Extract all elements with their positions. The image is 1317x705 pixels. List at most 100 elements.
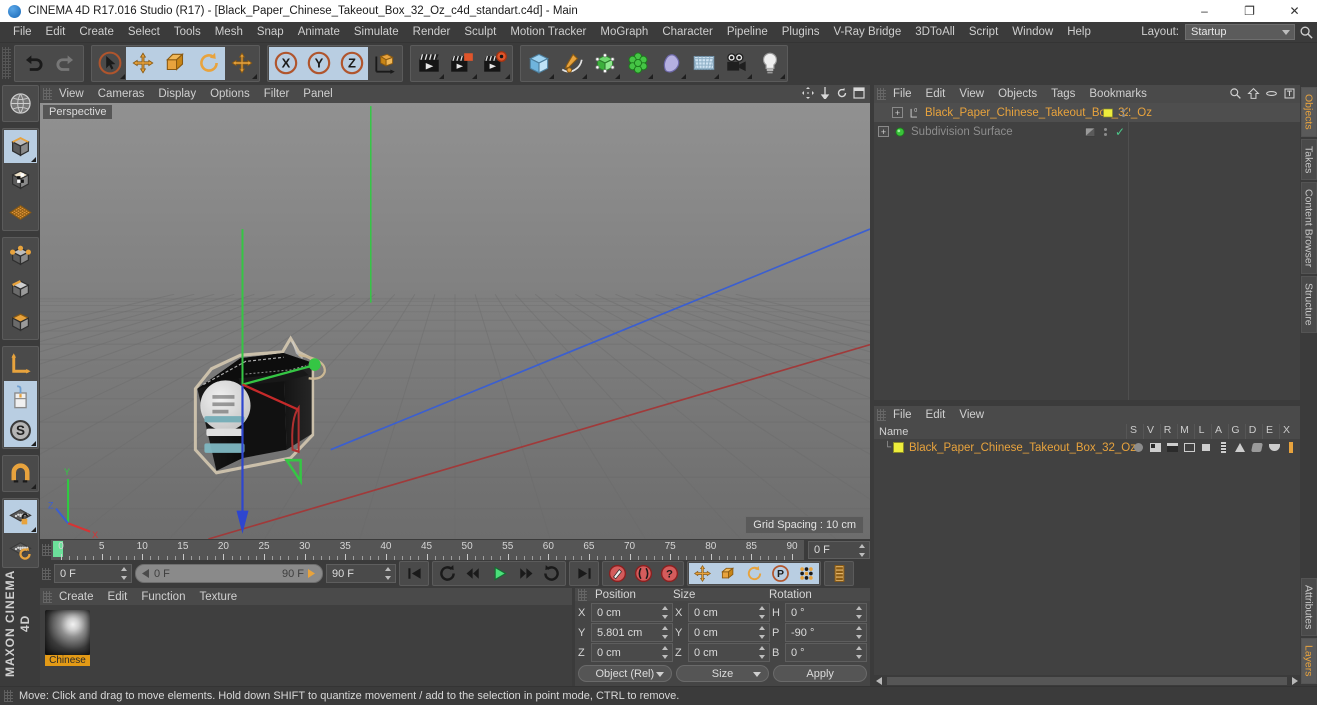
material-tag-icon[interactable] — [1102, 107, 1114, 119]
pan-view-icon[interactable] — [802, 87, 814, 99]
viewport-menu-panel[interactable]: Panel — [296, 87, 339, 101]
spinner-icon[interactable] — [662, 626, 669, 639]
viewport-menu-options[interactable]: Options — [203, 87, 257, 101]
menu-item-motion-tracker[interactable]: Motion Tracker — [503, 24, 593, 40]
spinner-icon[interactable] — [121, 567, 128, 580]
start-frame-field[interactable]: 0 F — [54, 564, 132, 583]
spinner-icon[interactable] — [662, 646, 669, 659]
menu-item-script[interactable]: Script — [962, 24, 1005, 40]
timeline-button[interactable] — [826, 563, 852, 584]
menu-item-animate[interactable]: Animate — [291, 24, 347, 40]
step-back-button[interactable] — [460, 563, 486, 584]
add-environment-button[interactable] — [687, 46, 720, 80]
table-row[interactable]: └ Black_Paper_Chinese_Takeout_Box_32_Oz — [874, 439, 1300, 456]
attribute-menu-view[interactable]: View — [952, 408, 991, 422]
spinner-icon[interactable] — [856, 606, 863, 619]
attribute-column-e[interactable]: E — [1262, 424, 1276, 439]
attr-manager-icon[interactable] — [1182, 443, 1196, 452]
vertical-tab-structure[interactable]: Structure — [1300, 276, 1317, 333]
redo-button[interactable] — [49, 46, 82, 80]
range-left-arrow-icon[interactable] — [142, 569, 150, 578]
menu-item-select[interactable]: Select — [121, 24, 167, 40]
go-to-start-button[interactable] — [401, 563, 427, 584]
visibility-dots-icon[interactable] — [1122, 108, 1125, 117]
coordinate-mode-dropdown[interactable]: Object (Rel) — [578, 665, 672, 682]
apply-button[interactable]: Apply — [773, 665, 868, 682]
add-light-button[interactable] — [753, 46, 786, 80]
pan-tool-button[interactable] — [225, 46, 258, 80]
position-key-button[interactable] — [689, 563, 715, 584]
object-menu-objects[interactable]: Objects — [991, 87, 1044, 101]
material-menu-function[interactable]: Function — [134, 590, 192, 604]
lock-workplane-button[interactable] — [3, 500, 37, 533]
size-y-field[interactable]: 0 cm — [688, 623, 770, 642]
texture-mode-button[interactable] — [3, 163, 37, 196]
minimize-button[interactable]: – — [1182, 0, 1227, 22]
go-to-end-button[interactable] — [571, 563, 597, 584]
current-frame-field[interactable]: 0 F — [808, 541, 870, 559]
menu-item-plugins[interactable]: Plugins — [775, 24, 827, 40]
visibility-dots-icon[interactable] — [1103, 127, 1107, 136]
attribute-column-d[interactable]: D — [1245, 424, 1259, 439]
coordinates-grip-icon[interactable] — [578, 588, 587, 601]
menu-item-edit[interactable]: Edit — [39, 24, 73, 40]
timeline-grip-icon[interactable] — [42, 544, 51, 556]
attribute-column-v[interactable]: V — [1143, 424, 1157, 439]
add-camera-button[interactable] — [720, 46, 753, 80]
transport-grip-icon[interactable] — [42, 567, 51, 580]
add-mograph-button[interactable] — [621, 46, 654, 80]
fit-icon[interactable] — [1283, 87, 1296, 100]
attr-generator-icon[interactable] — [1233, 443, 1247, 452]
add-cube-button[interactable] — [522, 46, 555, 80]
vertical-tab-layers[interactable]: Layers — [1300, 638, 1317, 684]
menu-item-3dtoall[interactable]: 3DToAll — [908, 24, 962, 40]
attribute-column-m[interactable]: M — [1177, 424, 1191, 439]
range-right-arrow-icon[interactable] — [308, 569, 316, 578]
expand-toggle-icon[interactable]: + — [878, 126, 889, 137]
spinner-icon[interactable] — [759, 606, 766, 619]
spinner-icon[interactable] — [385, 567, 392, 580]
play-forwards-button[interactable] — [538, 563, 564, 584]
spinner-icon[interactable] — [759, 626, 766, 639]
attr-animation-icon[interactable] — [1216, 442, 1230, 453]
scrollbar-thumb[interactable] — [887, 676, 1287, 685]
maximize-button[interactable]: ❐ — [1227, 0, 1272, 22]
timeline-ruler[interactable]: 0 5 10 15 20 25 30 35 40 45 50 55 60 65 70 75 80 85 90 — [51, 540, 804, 560]
rotation-b-field[interactable]: 0 ° — [785, 643, 867, 662]
attr-render-icon[interactable] — [1165, 443, 1179, 452]
enabled-check-icon[interactable]: ✓ — [1115, 125, 1125, 139]
scroll-left-icon[interactable] — [876, 676, 884, 685]
keyframe-selection-button[interactable]: ? — [656, 563, 682, 584]
vertical-tab-takes[interactable]: Takes — [1300, 138, 1317, 181]
object-tree[interactable]: +0 Black_Paper_Chinese_Takeout_Box_32_Oz +… — [874, 103, 1300, 400]
add-generator-button[interactable] — [588, 46, 621, 80]
menu-item-mesh[interactable]: Mesh — [208, 24, 250, 40]
status-grip-icon[interactable] — [4, 690, 13, 702]
viewport-menu-view[interactable]: View — [52, 87, 91, 101]
workplane-mode-button[interactable] — [3, 196, 37, 229]
size-z-field[interactable]: 0 cm — [688, 643, 770, 662]
attribute-column-g[interactable]: G — [1228, 424, 1242, 439]
spinner-icon[interactable] — [856, 626, 863, 639]
menu-item-window[interactable]: Window — [1005, 24, 1060, 40]
live-selection-button[interactable] — [93, 46, 126, 80]
model-mode-button[interactable] — [3, 130, 37, 163]
material-item[interactable]: Chinese — [45, 610, 90, 666]
x-axis-lock-button[interactable]: X — [269, 46, 302, 80]
play-backwards-button[interactable] — [434, 563, 460, 584]
rotation-key-button[interactable] — [741, 563, 767, 584]
menu-item-pipeline[interactable]: Pipeline — [720, 24, 775, 40]
expand-toggle-icon[interactable]: + — [892, 107, 903, 118]
attribute-rows[interactable]: └ Black_Paper_Chinese_Takeout_Box_32_Oz — [874, 439, 1300, 675]
object-menu-edit[interactable]: Edit — [919, 87, 953, 101]
spinner-icon[interactable] — [856, 646, 863, 659]
viewport-menu-filter[interactable]: Filter — [257, 87, 297, 101]
position-y-field[interactable]: 5.801 cm — [591, 623, 673, 642]
attribute-column-l[interactable]: L — [1194, 424, 1208, 439]
undo-button[interactable] — [16, 46, 49, 80]
dash-icon[interactable] — [1265, 87, 1278, 100]
material-menu-create[interactable]: Create — [52, 590, 101, 604]
scroll-right-icon[interactable] — [1290, 676, 1298, 685]
menu-item-file[interactable]: File — [6, 24, 39, 40]
viewport-solo-button[interactable]: S — [3, 414, 37, 447]
